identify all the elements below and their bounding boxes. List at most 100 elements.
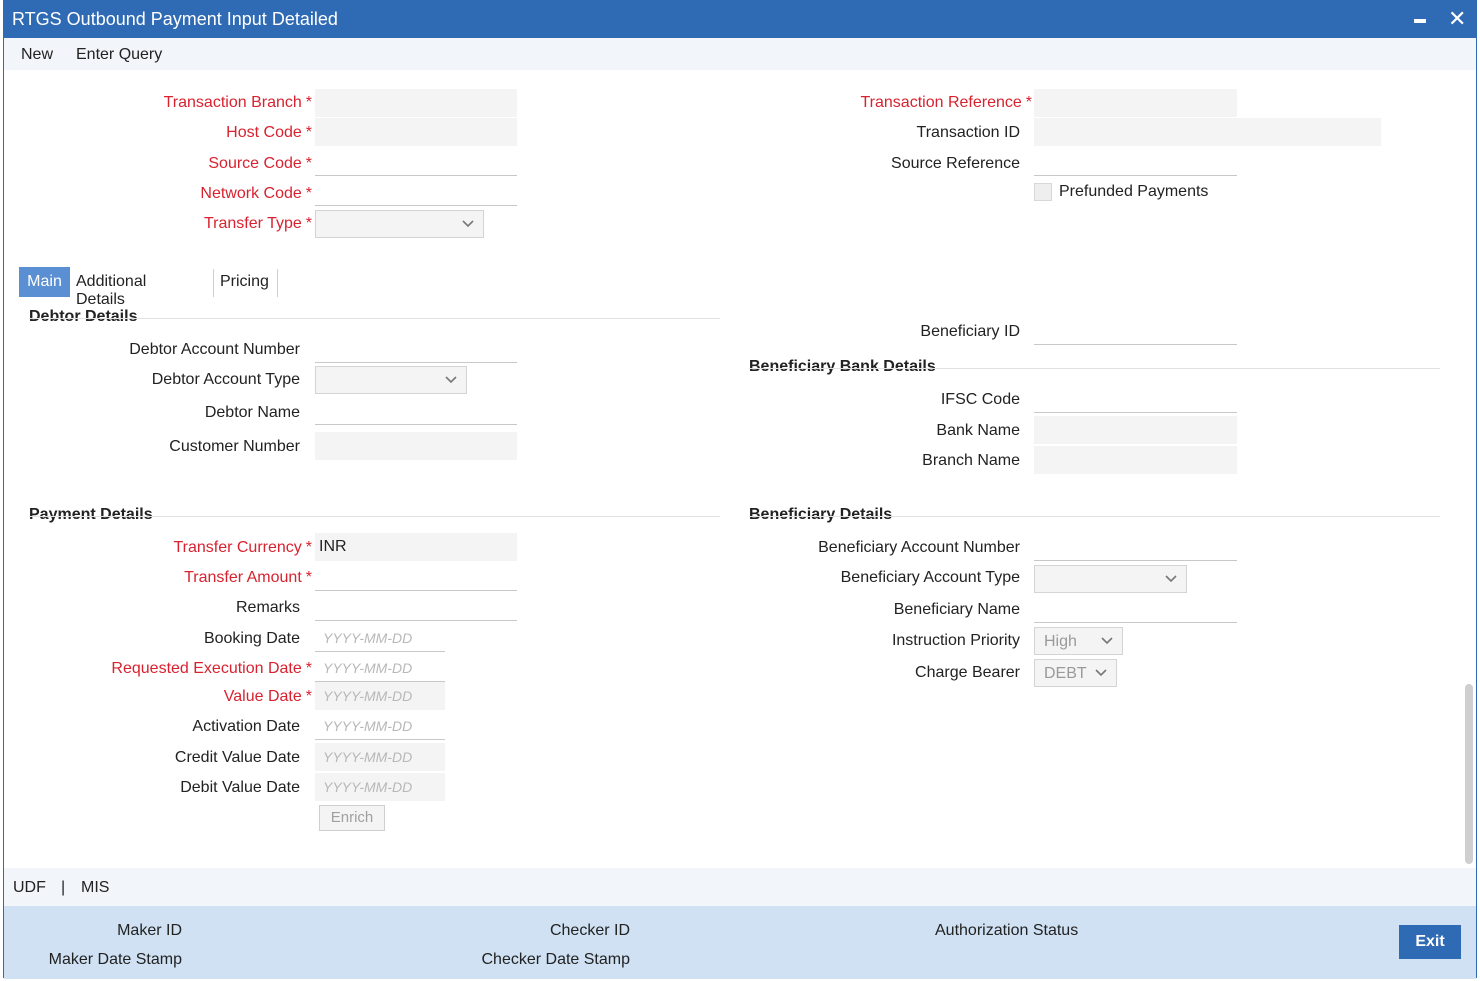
section-divider xyxy=(29,516,720,517)
instruction-priority-select[interactable]: High xyxy=(1034,627,1123,655)
customer-number-label: Customer Number xyxy=(169,438,300,455)
value-date-field[interactable]: YYYY-MM-DD xyxy=(315,682,445,710)
transaction-id-label: Transaction ID xyxy=(916,124,1020,141)
enrich-button[interactable]: Enrich xyxy=(319,805,385,831)
new-menu-item[interactable]: New xyxy=(21,46,53,64)
transfer-amount-input[interactable] xyxy=(315,563,517,591)
network-code-input[interactable] xyxy=(315,178,517,206)
date-placeholder: YYYY-MM-DD xyxy=(323,718,413,734)
host-code-label: Host Code * xyxy=(226,124,312,141)
network-code-label: Network Code * xyxy=(200,185,312,202)
close-icon[interactable]: ✕ xyxy=(1448,7,1466,31)
transfer-type-label: Transfer Type * xyxy=(203,215,312,232)
date-placeholder: YYYY-MM-DD xyxy=(323,688,413,704)
maker-date-stamp-label: Maker Date Stamp xyxy=(48,951,182,968)
maker-id-label: Maker ID xyxy=(117,922,182,939)
beneficiary-id-input[interactable] xyxy=(1034,317,1237,345)
beneficiary-account-number-input[interactable] xyxy=(1034,533,1237,561)
transaction-reference-field[interactable] xyxy=(1034,89,1237,117)
bank-name-label: Bank Name xyxy=(936,422,1020,439)
beneficiary-details-title: Beneficiary Details xyxy=(749,506,893,523)
prefunded-payments-label: Prefunded Payments xyxy=(1059,183,1209,200)
remarks-label: Remarks xyxy=(235,599,300,616)
beneficiary-account-type-select[interactable] xyxy=(1034,565,1187,593)
charge-bearer-value: DEBT xyxy=(1044,665,1087,682)
branch-name-label: Branch Name xyxy=(922,452,1020,469)
checker-date-stamp-label: Checker Date Stamp xyxy=(481,951,630,968)
transaction-id-field[interactable] xyxy=(1034,118,1381,146)
debtor-account-type-label: Debtor Account Type xyxy=(151,371,300,388)
payment-details-title: Payment Details xyxy=(29,506,153,523)
value-date-label: Value Date * xyxy=(223,688,312,705)
tab-main[interactable]: Main xyxy=(19,267,70,297)
udf-link[interactable]: UDF xyxy=(13,879,46,897)
ifsc-code-label: IFSC Code xyxy=(940,391,1020,408)
charge-bearer-select[interactable]: DEBT xyxy=(1034,659,1117,687)
beneficiary-account-type-label: Beneficiary Account Type xyxy=(840,569,1020,586)
chevron-down-icon xyxy=(462,220,474,228)
source-code-label: Source Code * xyxy=(208,155,312,172)
debtor-account-number-label: Debtor Account Number xyxy=(129,341,300,358)
source-reference-input[interactable] xyxy=(1034,148,1237,176)
date-placeholder: YYYY-MM-DD xyxy=(323,779,413,795)
beneficiary-name-input[interactable] xyxy=(1034,595,1237,623)
debtor-name-input[interactable] xyxy=(315,397,517,425)
transfer-type-select[interactable] xyxy=(315,210,484,238)
exit-button[interactable]: Exit xyxy=(1399,925,1461,959)
transaction-branch-label: Transaction Branch * xyxy=(163,94,312,111)
customer-number-field[interactable] xyxy=(315,432,517,460)
section-divider xyxy=(749,368,1440,369)
bottom-link-bar: UDF | MIS xyxy=(4,868,1476,906)
menu-bar: New Enter Query xyxy=(4,38,1476,70)
tab-separator xyxy=(277,269,278,297)
enter-query-menu-item[interactable]: Enter Query xyxy=(76,46,162,64)
debtor-name-label: Debtor Name xyxy=(204,404,300,421)
bank-name-field[interactable] xyxy=(1034,416,1237,444)
transaction-branch-field[interactable] xyxy=(315,89,517,117)
branch-name-field[interactable] xyxy=(1034,446,1237,474)
instruction-priority-value: High xyxy=(1044,633,1077,650)
instruction-priority-label: Instruction Priority xyxy=(891,632,1020,649)
requested-execution-date-input[interactable]: YYYY-MM-DD xyxy=(315,654,445,682)
date-placeholder: YYYY-MM-DD xyxy=(323,749,413,765)
vertical-scrollbar[interactable] xyxy=(1465,684,1473,864)
debtor-details-title: Debtor Details xyxy=(29,308,138,325)
section-divider xyxy=(749,516,1440,517)
source-reference-label: Source Reference xyxy=(891,155,1020,172)
beneficiary-bank-details-title: Beneficiary Bank Details xyxy=(749,358,936,375)
beneficiary-id-label: Beneficiary ID xyxy=(920,323,1020,340)
authorization-status-label: Authorization Status xyxy=(935,922,1079,939)
mis-link[interactable]: MIS xyxy=(81,879,109,897)
source-code-input[interactable] xyxy=(315,148,517,176)
title-bar: RTGS Outbound Payment Input Detailed ✕ xyxy=(4,1,1476,38)
booking-date-input[interactable]: YYYY-MM-DD xyxy=(315,624,445,652)
tab-pricing[interactable]: Pricing xyxy=(220,267,269,297)
transfer-currency-field[interactable]: INR xyxy=(315,533,517,561)
beneficiary-name-label: Beneficiary Name xyxy=(893,601,1020,618)
main-window: RTGS Outbound Payment Input Detailed ✕ N… xyxy=(3,0,1477,979)
debtor-account-number-input[interactable] xyxy=(315,335,517,363)
section-divider xyxy=(29,318,720,319)
chevron-down-icon xyxy=(1165,575,1177,583)
prefunded-payments-checkbox[interactable] xyxy=(1034,183,1052,201)
tab-separator xyxy=(213,269,214,297)
beneficiary-account-number-label: Beneficiary Account Number xyxy=(818,539,1020,556)
debtor-account-type-select[interactable] xyxy=(315,366,467,394)
date-placeholder: YYYY-MM-DD xyxy=(323,630,413,646)
requested-execution-date-label: Requested Execution Date * xyxy=(111,660,312,677)
charge-bearer-label: Charge Bearer xyxy=(915,664,1020,681)
debit-value-date-field[interactable]: YYYY-MM-DD xyxy=(315,773,445,801)
ifsc-code-input[interactable] xyxy=(1034,385,1237,413)
credit-value-date-label: Credit Value Date xyxy=(174,749,300,766)
checker-id-label: Checker ID xyxy=(549,922,630,939)
credit-value-date-field[interactable]: YYYY-MM-DD xyxy=(315,743,445,771)
remarks-input[interactable] xyxy=(315,593,517,621)
window-title: RTGS Outbound Payment Input Detailed xyxy=(12,9,338,29)
chevron-down-icon xyxy=(445,376,457,384)
host-code-field[interactable] xyxy=(315,118,517,146)
link-separator: | xyxy=(61,879,66,896)
tab-additional-details[interactable]: Additional Details xyxy=(76,267,146,308)
chevron-down-icon xyxy=(1101,637,1113,645)
activation-date-input[interactable]: YYYY-MM-DD xyxy=(315,712,445,740)
minimize-icon[interactable] xyxy=(1414,19,1426,23)
